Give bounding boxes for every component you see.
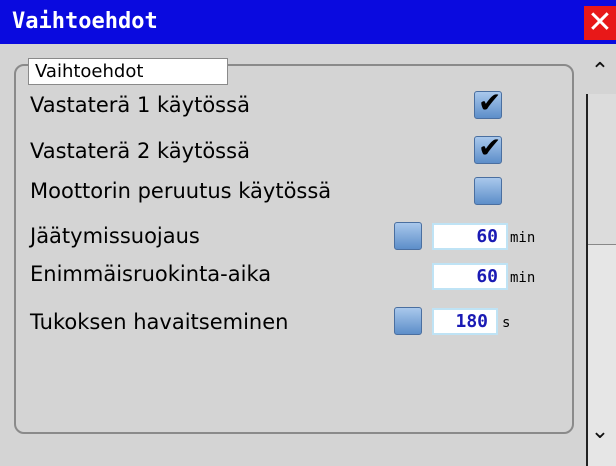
group-label: Vaihtoehdot [28,58,228,85]
freeze-protection-label: Jäätymissuojaus [30,224,200,248]
motor-reverse-checkbox[interactable] [474,177,502,205]
window-title: Vaihtoehdot [12,9,158,34]
check-icon: ✔ [478,86,502,119]
max-feed-time-unit: min [510,270,536,286]
close-icon: ✕ [587,5,613,40]
title-bar: Vaihtoehdot [0,0,616,44]
freeze-protection-input[interactable]: 60 [432,223,508,250]
jam-detection-label: Tukoksen havaitseminen [30,310,289,334]
chevron-up-icon: ⌃ [590,59,610,84]
freeze-protection-checkbox[interactable] [394,222,422,250]
counter-blade-1-checkbox[interactable]: ✔ [474,86,502,119]
motor-reverse-label: Moottorin peruutus käytössä [30,179,332,203]
counter-blade-2-checkbox[interactable]: ✔ [474,131,502,164]
max-feed-time-input[interactable]: 60 [432,263,508,290]
check-icon: ✔ [478,131,502,164]
chevron-down-icon: ⌄ [590,419,610,444]
scroll-down-button[interactable]: ⌄ [584,414,616,450]
jam-detection-input[interactable]: 180 [432,308,498,335]
max-feed-time-label: Enimmäisruokinta-aika [30,262,272,286]
close-button[interactable]: ✕ [584,6,616,40]
scroll-up-button[interactable]: ⌃ [584,54,616,90]
vertical-scrollbar[interactable]: ⌃ ⌄ [584,50,616,466]
counter-blade-2-label: Vastaterä 2 käytössä [30,139,250,163]
scroll-track[interactable] [586,94,616,466]
scroll-thumb[interactable] [588,94,616,245]
counter-blade-1-label: Vastaterä 1 käytössä [30,93,250,117]
jam-detection-checkbox[interactable] [394,307,422,335]
jam-detection-unit: s [502,315,511,331]
freeze-protection-unit: min [510,230,536,246]
